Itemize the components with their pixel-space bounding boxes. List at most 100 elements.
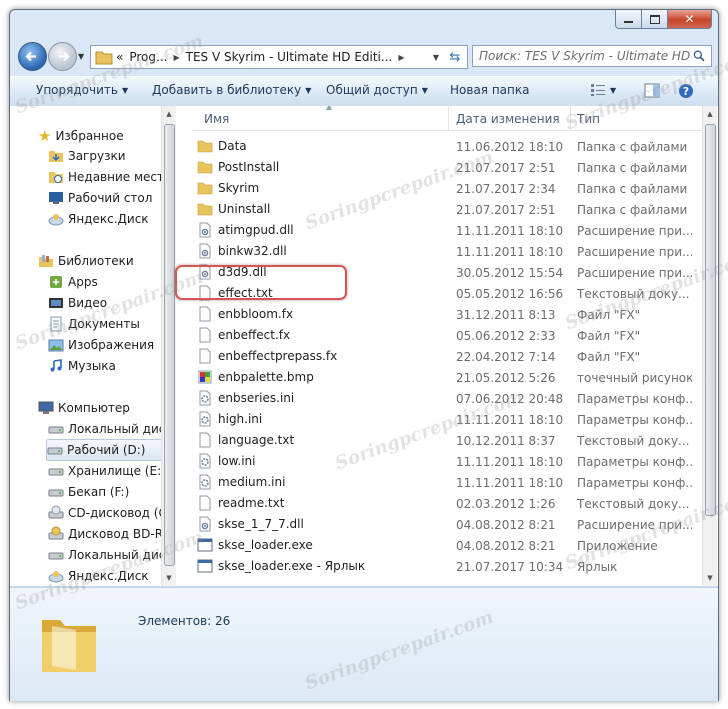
nav-item-storage-e[interactable]: Хранилище (E:) bbox=[48, 461, 166, 481]
file-name-cell[interactable]: language.txt bbox=[197, 432, 294, 448]
file-list-scrollbar[interactable]: ▲ ▼ bbox=[702, 106, 717, 586]
scroll-thumb[interactable] bbox=[705, 124, 716, 516]
nav-item-documents[interactable]: Документы bbox=[48, 314, 140, 334]
address-dropdown-icon[interactable]: ▼ bbox=[430, 53, 444, 62]
file-row[interactable]: enbeffectprepass.fx 22.04.2012 7:14 Файл "… bbox=[192, 346, 702, 367]
file-date: 02.03.2012 1:26 bbox=[456, 497, 556, 511]
file-row[interactable]: language.txt 10.12.2011 8:37 Текстовый док… bbox=[192, 430, 702, 451]
file-row[interactable]: low.ini 11.11.2011 18:10 Параметры конф... bbox=[192, 451, 702, 472]
refresh-button[interactable]: ⇆ bbox=[443, 45, 468, 69]
nav-libraries[interactable]: Библиотеки bbox=[38, 251, 134, 271]
address-bar[interactable]: « Prog... ▶ TES V Skyrim - Ultimate HD E… bbox=[90, 45, 445, 69]
nav-favorites[interactable]: ★ Избранное bbox=[38, 126, 124, 146]
file-name-cell[interactable]: Data bbox=[197, 138, 247, 154]
file-row[interactable]: high.ini 11.11.2011 18:10 Параметры конф..… bbox=[192, 409, 702, 430]
file-name-cell[interactable]: enbbloom.fx bbox=[197, 306, 293, 322]
file-row[interactable]: enbbloom.fx 31.12.2011 8:13 Файл "FX" bbox=[192, 304, 702, 325]
nav-item-video[interactable]: Видео bbox=[48, 293, 107, 313]
navigation-scrollbar[interactable]: ▲ ▼ bbox=[161, 106, 176, 586]
scroll-thumb[interactable] bbox=[164, 124, 175, 566]
nav-item-cd-drive[interactable]: CD-дисковод (G: bbox=[48, 503, 172, 523]
organize-button[interactable]: Упорядочить ▼ bbox=[36, 83, 128, 97]
file-row[interactable]: readme.txt 02.03.2012 1:26 Текстовый доку.… bbox=[192, 493, 702, 514]
nav-item-music[interactable]: Музыка bbox=[48, 356, 116, 376]
file-row[interactable]: enbseries.ini 07.06.2012 20:48 Параметры к… bbox=[192, 388, 702, 409]
preview-pane-button[interactable] bbox=[644, 83, 660, 98]
file-row[interactable]: skse_1_7_7.dll 04.08.2012 8:21 Расширение … bbox=[192, 514, 702, 535]
file-type: Файл "FX" bbox=[577, 350, 641, 364]
file-name-cell[interactable]: enbeffect.fx bbox=[197, 327, 290, 343]
maximize-button[interactable] bbox=[642, 10, 668, 29]
file-date: 11.11.2011 18:10 bbox=[456, 245, 564, 259]
column-type[interactable]: Тип bbox=[577, 112, 600, 126]
share-button[interactable]: Общий доступ ▼ bbox=[326, 83, 428, 97]
nav-item-work-d[interactable]: Рабочий (D:) bbox=[46, 439, 172, 461]
file-row[interactable]: PostInstall 21.07.2017 2:51 Папка с файлам… bbox=[192, 157, 702, 178]
file-name-cell[interactable]: Uninstall bbox=[197, 201, 270, 217]
scroll-down-icon[interactable]: ▼ bbox=[162, 570, 176, 586]
nav-item-yandex-disk-2[interactable]: Яндекс.Диск bbox=[48, 566, 149, 586]
file-name-cell[interactable]: skse_1_7_7.dll bbox=[197, 516, 304, 532]
nav-item-backup-f[interactable]: Бекап (F:) bbox=[48, 482, 129, 502]
nav-item-pictures[interactable]: Изображения bbox=[48, 335, 154, 355]
scroll-up-icon[interactable]: ▲ bbox=[703, 106, 717, 122]
back-button[interactable] bbox=[18, 42, 47, 71]
nav-item-local-disk-2[interactable]: Локальный диск bbox=[48, 545, 173, 565]
nav-item-recent[interactable]: Недавние места bbox=[48, 167, 171, 187]
nav-item-label: Видео bbox=[68, 296, 108, 310]
history-dropdown-icon[interactable]: ▼ bbox=[78, 52, 84, 61]
nav-item-desktop[interactable]: Рабочий стол bbox=[48, 188, 152, 208]
file-name-cell[interactable]: binkw32.dll bbox=[197, 243, 287, 259]
file-name-cell[interactable]: enbpalette.bmp bbox=[197, 369, 314, 385]
nav-computer[interactable]: Компьютер bbox=[38, 398, 130, 418]
file-name-cell[interactable]: low.ini bbox=[197, 453, 255, 469]
file-name-cell[interactable]: readme.txt bbox=[197, 495, 284, 511]
forward-button[interactable] bbox=[48, 42, 77, 71]
new-folder-button[interactable]: Новая папка bbox=[450, 83, 529, 97]
view-options-button[interactable]: ▼ bbox=[590, 83, 616, 97]
address-overflow[interactable]: « bbox=[113, 50, 126, 64]
highlight-frame bbox=[175, 265, 347, 300]
address-segment-current[interactable]: TES V Skyrim - Ultimate HD Editi... bbox=[183, 50, 396, 64]
nav-item-label: Локальный диск bbox=[68, 548, 173, 562]
close-button[interactable]: ✕ bbox=[668, 10, 712, 29]
column-date[interactable]: Дата изменения bbox=[456, 112, 560, 126]
file-name-cell[interactable]: atimgpud.dll bbox=[197, 222, 294, 238]
minimize-button[interactable] bbox=[615, 10, 642, 29]
file-row[interactable]: Data 11.06.2012 18:10 Папка с файлами bbox=[192, 136, 702, 157]
scroll-down-icon[interactable]: ▼ bbox=[703, 570, 717, 586]
file-name-cell[interactable]: PostInstall bbox=[197, 159, 279, 175]
file-row[interactable]: atimgpud.dll 11.11.2011 18:10 Расширение п… bbox=[192, 220, 702, 241]
file-name-cell[interactable]: skse_loader.exe bbox=[197, 537, 313, 553]
file-name-cell[interactable]: skse_loader.exe - Ярлык bbox=[197, 558, 365, 574]
help-button[interactable]: ? bbox=[678, 83, 694, 99]
file-name-cell[interactable]: enbseries.ini bbox=[197, 390, 294, 406]
nav-item-local-disk[interactable]: Локальный диск bbox=[48, 419, 173, 439]
file-row[interactable]: enbeffect.fx 05.06.2012 2:33 Файл "FX" bbox=[192, 325, 702, 346]
nav-item-apps[interactable]: Apps bbox=[48, 272, 98, 292]
file-row[interactable]: Uninstall 21.07.2017 2:51 Папка с файлами bbox=[192, 199, 702, 220]
scroll-up-icon[interactable]: ▲ bbox=[162, 106, 176, 122]
chevron-right-icon[interactable]: ▶ bbox=[170, 53, 182, 62]
address-segment-prog[interactable]: Prog... bbox=[126, 50, 170, 64]
file-row[interactable]: skse_loader.exe - Ярлык 21.07.2017 10:34 Я… bbox=[192, 556, 702, 577]
file-row[interactable]: Skyrim 21.07.2017 2:34 Папка с файлами bbox=[192, 178, 702, 199]
search-input[interactable]: Поиск: TES V Skyrim - Ultimate HD Ed... bbox=[472, 45, 712, 67]
nav-item-downloads[interactable]: Загрузки bbox=[48, 146, 126, 166]
file-type: Параметры конф... bbox=[577, 392, 692, 406]
file-name-cell[interactable]: medium.ini bbox=[197, 474, 285, 490]
add-to-library-button[interactable]: Добавить в библиотеку ▼ bbox=[152, 83, 311, 97]
file-row[interactable]: skse_loader.exe 04.08.2012 8:21 Приложение bbox=[192, 535, 702, 556]
file-date: 11.06.2012 18:10 bbox=[456, 140, 564, 154]
file-name-cell[interactable]: enbeffectprepass.fx bbox=[197, 348, 337, 364]
column-name[interactable]: Имя bbox=[204, 112, 229, 126]
chevron-right-icon[interactable]: ▶ bbox=[395, 53, 407, 62]
file-type: Папка с файлами bbox=[577, 182, 688, 196]
file-row[interactable]: binkw32.dll 11.11.2011 18:10 Расширение пр… bbox=[192, 241, 702, 262]
file-row[interactable]: medium.ini 11.11.2011 18:10 Параметры конф… bbox=[192, 472, 702, 493]
nav-item-bd-drive[interactable]: Дисковод BD-RO bbox=[48, 524, 172, 544]
file-name-cell[interactable]: high.ini bbox=[197, 411, 262, 427]
nav-item-yandex-disk[interactable]: Яндекс.Диск bbox=[48, 209, 149, 229]
file-name-cell[interactable]: Skyrim bbox=[197, 180, 259, 196]
file-row[interactable]: enbpalette.bmp 21.05.2012 5:26 точечный ри… bbox=[192, 367, 702, 388]
